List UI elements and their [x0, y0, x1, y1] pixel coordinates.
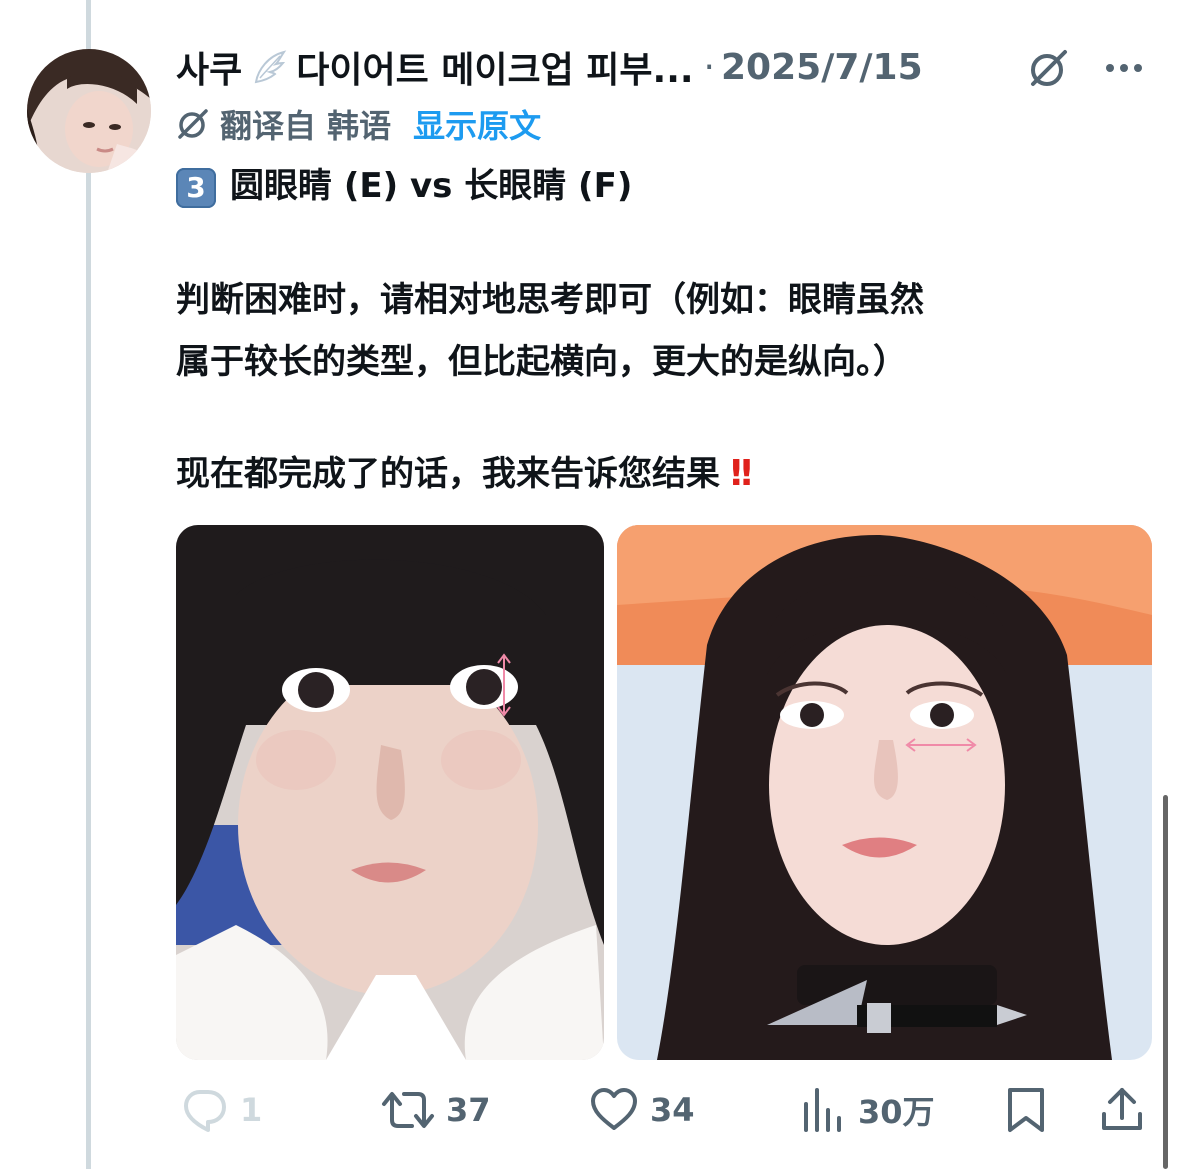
avatar-image [27, 49, 151, 173]
post-text-line-1: 判断困难时，请相对地思考即可（例如：眼睛虽然 [176, 280, 924, 320]
translation-bar: 翻译自 韩语 显示原文 [176, 102, 541, 146]
reply-button[interactable]: 1 [178, 1082, 262, 1138]
display-name[interactable]: 사쿠 [176, 41, 242, 93]
bookmark-icon [1008, 1088, 1044, 1132]
scrollbar[interactable] [1163, 795, 1168, 1169]
separator: · [703, 46, 715, 88]
post-heading: 3 圆眼睛 (E) vs 长眼睛 (F) [176, 164, 632, 208]
more-icon [1106, 64, 1142, 72]
post-text-line-3: 现在都完成了的话，我来告诉您结果!! [176, 452, 755, 496]
like-button[interactable]: 34 [588, 1082, 695, 1138]
post-text-line-3-text: 现在都完成了的话，我来告诉您结果 [176, 454, 720, 494]
share-icon [1102, 1088, 1142, 1130]
display-name-rest[interactable]: 다이어트 메이크업 피부... [296, 41, 693, 93]
reply-icon [184, 1090, 226, 1132]
views-button[interactable]: 30万 [800, 1082, 935, 1138]
thread-line [86, 0, 91, 1169]
translated-from-label: 翻译自 韩语 [220, 107, 392, 145]
grok-icon [1031, 50, 1067, 86]
media-image-round-eyes[interactable] [176, 525, 604, 1060]
double-exclamation-emoji: !! [728, 453, 755, 494]
analytics-icon [804, 1088, 841, 1132]
wing-icon [250, 48, 288, 86]
avatar[interactable] [27, 49, 151, 173]
like-count: 34 [650, 1091, 695, 1129]
more-button[interactable] [1100, 46, 1148, 90]
bookmark-button[interactable] [1002, 1082, 1050, 1138]
repost-button[interactable]: 37 [380, 1082, 491, 1138]
action-bar: 1 37 34 30万 [176, 1082, 1156, 1138]
view-count: 30万 [858, 1093, 935, 1131]
repost-count: 37 [446, 1091, 491, 1129]
repost-icon [382, 1092, 434, 1128]
post-date[interactable]: 2025/7/15 [721, 47, 923, 88]
post-text-line-2: 属于较长的类型，但比起横向，更大的是纵向。） [176, 342, 907, 382]
keycap-3-emoji: 3 [176, 167, 216, 208]
heading-text: 圆眼睛 (E) vs 长眼睛 (F) [230, 166, 633, 206]
show-original-link[interactable]: 显示原文 [413, 101, 541, 147]
post-header: 사쿠 다이어트 메이크업 피부... · 2025/7/15 [176, 42, 1156, 92]
grok-icon [176, 107, 210, 141]
reply-count: 1 [240, 1091, 263, 1129]
grok-button[interactable] [1024, 46, 1074, 90]
heart-icon [591, 1088, 637, 1130]
media-image-long-eyes[interactable] [617, 525, 1152, 1060]
share-button[interactable] [1098, 1082, 1146, 1138]
